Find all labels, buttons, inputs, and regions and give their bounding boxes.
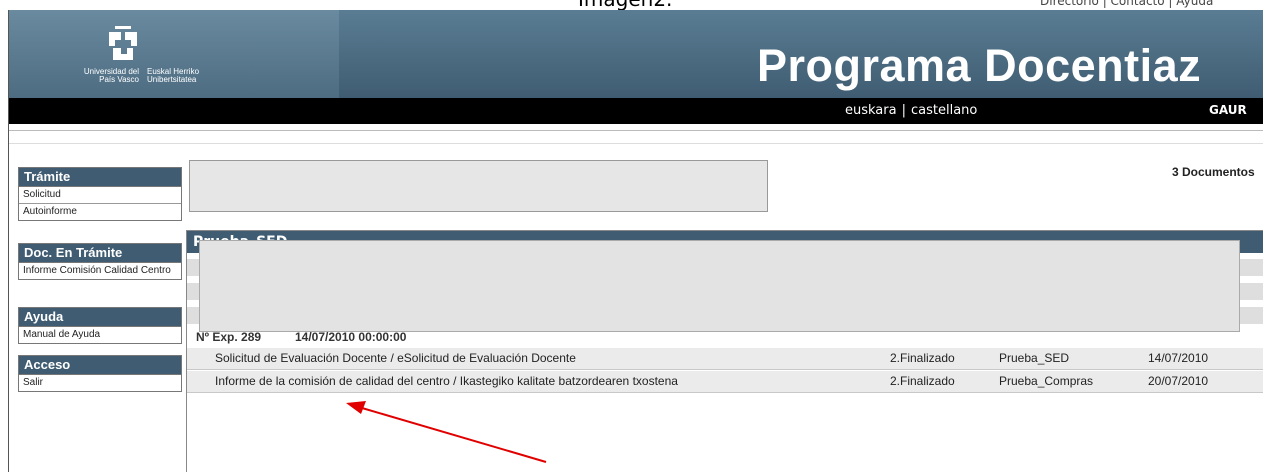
document-row[interactable]: Solicitud de Evaluación Docente / eSolic… (187, 348, 1263, 370)
lang-separator: | (901, 103, 906, 118)
document-date: 20/07/2010 (1148, 374, 1209, 388)
langbar-right-text: GAUR (1209, 103, 1247, 117)
image-caption: Imagen2. Directorio | Contacto | Ayuda (0, 0, 1263, 10)
top-links[interactable]: Directorio | Contacto | Ayuda (1040, 0, 1213, 8)
sidebar-heading-acceso: Acceso (19, 356, 181, 375)
language-bar: euskara | castellano GAUR (9, 98, 1263, 124)
sidebar-section-ayuda: Ayuda Manual de Ayuda (18, 307, 182, 344)
expediente-datetime: 14/07/2010 00:00:00 (295, 330, 407, 344)
sidebar-item-manual-ayuda[interactable]: Manual de Ayuda (19, 327, 181, 343)
document-title[interactable]: Solicitud de Evaluación Docente / eSolic… (215, 348, 576, 369)
sidebar-item-solicitud[interactable]: Solicitud (19, 187, 181, 204)
divider (9, 143, 1263, 144)
site-header: Universidad del País Vasco Euskal Herrik… (9, 10, 1263, 98)
sidebar-item-autoinforme[interactable]: Autoinforme (19, 204, 181, 220)
sidebar-heading-doc-en-tramite: Doc. En Trámite (19, 244, 181, 263)
lang-link-castellano[interactable]: castellano (911, 103, 977, 118)
document-title[interactable]: Informe de la comisión de calidad del ce… (215, 371, 678, 392)
page-title: Programa Docentiaz (757, 40, 1202, 91)
university-emblem-icon (109, 26, 137, 60)
app-window: Universidad del País Vasco Euskal Herrik… (8, 10, 1263, 472)
redacted-filter-panel (189, 160, 768, 212)
lang-link-euskara[interactable]: euskara (845, 103, 897, 118)
sidebar-section-acceso: Acceso Salir (18, 355, 182, 392)
document-expediente: Prueba_Compras (999, 374, 1094, 388)
document-status: 2.Finalizado (890, 374, 955, 388)
sidebar-item-salir[interactable]: Salir (19, 375, 181, 391)
document-row[interactable]: Informe de la comisión de calidad del ce… (187, 371, 1263, 393)
expediente-number: Nº Exp. 289 (196, 330, 262, 344)
document-count: 3 Documentos (1172, 165, 1255, 179)
sidebar-heading-ayuda: Ayuda (19, 308, 181, 327)
expediente-row: Nº Exp. 289 14/07/2010 00:00:00 (187, 328, 1263, 346)
document-status: 2.Finalizado (890, 351, 955, 365)
sidebar-item-informe-comision[interactable]: Informe Comisión Calidad Centro (19, 263, 181, 279)
language-links: euskara | castellano (845, 103, 977, 118)
document-expediente: Prueba_SED (999, 351, 1070, 365)
document-date: 14/07/2010 (1148, 351, 1209, 365)
sidebar-section-doc-en-tramite: Doc. En Trámite Informe Comisión Calidad… (18, 243, 182, 280)
sidebar-section-tramite: Trámite Solicitud Autoinforme (18, 167, 182, 221)
caption-title: Imagen2. (578, 0, 672, 10)
sidebar-heading-tramite: Trámite (19, 168, 181, 187)
university-name-eu: Euskal Herriko Unibertsitatea (147, 67, 200, 84)
divider (9, 130, 1263, 131)
university-logo[interactable]: Universidad del País Vasco Euskal Herrik… (9, 10, 339, 98)
redacted-area (199, 240, 1240, 332)
university-name-es: Universidad del País Vasco (83, 67, 139, 84)
